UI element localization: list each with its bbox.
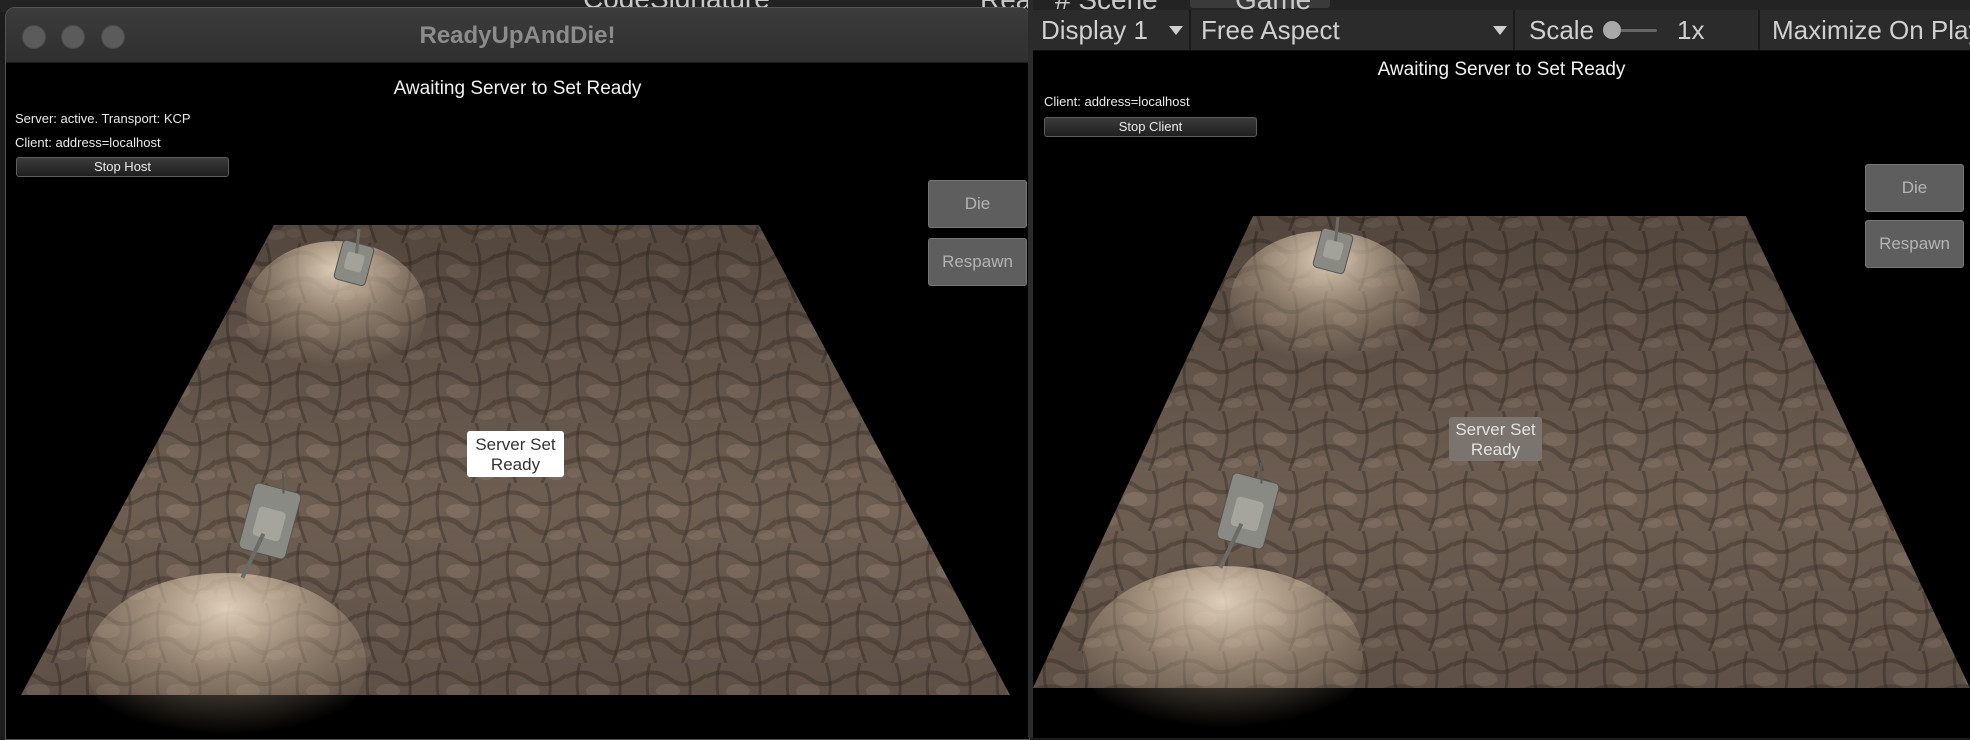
client-spotlight-lower [1083,566,1363,738]
aspect-chevron-down-icon [1493,26,1507,35]
client-info-text: Client: address=localhost [15,135,161,150]
respawn-button[interactable]: Respawn [928,238,1027,286]
ready-label-line2: Ready [490,455,541,474]
display-chevron-down-icon [1169,26,1183,35]
scale-slider-knob[interactable] [1603,21,1621,39]
status-message: Awaiting Server to Set Ready [393,78,642,99]
aspect-label: Free Aspect [1201,15,1340,45]
scale-value: 1x [1677,15,1705,45]
display-dropdown[interactable]: Display 1 [1033,10,1191,50]
game-view-toolbar: Display 1 Free Aspect Scale 1x Maximize … [1033,10,1970,51]
client-ground-scene [1033,216,1970,738]
scale-label: Scale [1529,15,1595,45]
client-server-set-ready-button[interactable]: Server Set Ready [1449,417,1542,461]
display-label: Display 1 [1041,15,1148,45]
host-app-window: ReadyUpAndDie! Awaiting Server to Set Re… [5,7,1030,740]
window-titlebar[interactable]: ReadyUpAndDie! [6,8,1029,63]
server-info-text: Server: active. Transport: KCP [15,111,191,126]
server-set-ready-button[interactable]: Server Set Ready [467,431,564,477]
client-ready-label-line1: Server Set [1455,420,1536,439]
ready-label-line1: Server Set [475,435,556,454]
die-button[interactable]: Die [928,180,1027,228]
scale-control: Scale 1x [1517,10,1760,50]
aspect-dropdown[interactable]: Free Aspect [1193,10,1515,50]
maximize-on-play-toggle[interactable]: Maximize On Play [1762,10,1970,50]
window-title: ReadyUpAndDie! [419,22,616,49]
stop-client-button[interactable]: Stop Client [1044,117,1257,137]
editor-game-view: Display 1 Free Aspect Scale 1x Maximize … [1033,10,1970,738]
client-die-button[interactable]: Die [1865,164,1964,212]
client-ready-label-line2: Ready [1470,440,1521,459]
client-game-viewport[interactable]: Awaiting Server to Set Ready Client: add… [1033,51,1970,738]
client-status-message: Awaiting Server to Set Ready [1377,59,1626,80]
spotlight-upper [246,241,426,381]
stop-host-button[interactable]: Stop Host [16,157,229,177]
host-game-viewport[interactable]: Awaiting Server to Set Ready Server: act… [6,63,1029,739]
client-respawn-button[interactable]: Respawn [1865,220,1964,268]
client-address-text: Client: address=localhost [1044,94,1190,109]
